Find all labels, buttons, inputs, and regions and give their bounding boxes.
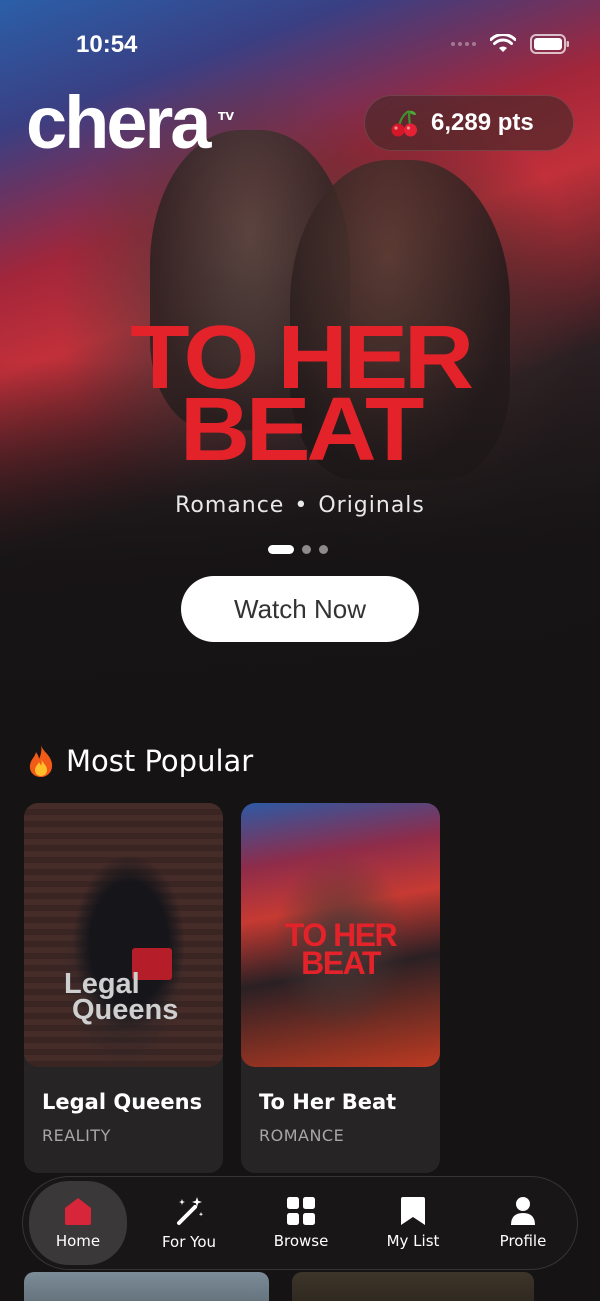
show-title: To Her Beat [259, 1090, 397, 1114]
tab-label: Home [55, 1232, 101, 1250]
magic-wand-icon [177, 1197, 204, 1225]
most-popular-header: Most Popular [26, 744, 253, 778]
bottom-tab-bar: Home For You Browse My List Profile [22, 1176, 578, 1270]
wifi-icon [490, 34, 516, 52]
status-icons [451, 34, 570, 54]
hero-tags: Romance • Originals [175, 493, 425, 518]
battery-icon [530, 34, 569, 54]
app-logo-tv: TV [218, 110, 235, 123]
tab-label: Profile [499, 1232, 547, 1250]
show-genre: REALITY [42, 1126, 111, 1145]
tab-for-you[interactable]: For You [139, 1183, 239, 1263]
section-title: Most Popular [66, 744, 254, 778]
fire-icon [29, 745, 53, 777]
person-icon [511, 1197, 535, 1225]
watch-now-button[interactable]: Watch Now [181, 576, 419, 642]
show-card-legal-queens[interactable]: Legal Queens Legal Queens REALITY [24, 803, 223, 1173]
poster-image: Legal Queens [24, 803, 223, 1067]
poster-title: TO HER BEAT [284, 917, 398, 981]
home-icon [65, 1198, 91, 1225]
app-logo: chera [26, 81, 211, 164]
show-title: Legal Queens [42, 1090, 203, 1114]
status-time: 10:54 [76, 31, 138, 58]
bookmark-icon [401, 1197, 425, 1225]
points-badge[interactable]: 6,289 pts [364, 95, 574, 151]
tab-label: My List [386, 1232, 440, 1250]
carousel-dot[interactable] [302, 545, 311, 554]
carousel-indicator[interactable] [268, 545, 328, 554]
poster-title: Legal Queens [64, 968, 179, 1026]
tab-profile[interactable]: Profile [473, 1183, 573, 1263]
points-label: 6,289 pts [431, 109, 534, 136]
poster-image: TO HER BEAT [241, 803, 440, 1067]
hero-genre: Romance [175, 493, 285, 518]
hero-title: TO HER BEAT [130, 308, 474, 480]
grid-icon [287, 1197, 315, 1225]
next-row-card[interactable] [24, 1272, 269, 1301]
cherry-icon [391, 110, 417, 137]
carousel-dot-active[interactable] [268, 545, 294, 554]
carousel-dot[interactable] [319, 545, 328, 554]
hero-category: Originals [318, 493, 425, 518]
show-genre: ROMANCE [259, 1126, 345, 1145]
cellular-signal-icon [451, 42, 476, 46]
tab-my-list[interactable]: My List [363, 1183, 463, 1263]
tab-home[interactable]: Home [29, 1181, 127, 1265]
tab-browse[interactable]: Browse [251, 1183, 351, 1263]
next-row-card[interactable] [292, 1272, 534, 1301]
tab-label: Browse [273, 1232, 329, 1250]
show-card-to-her-beat[interactable]: TO HER BEAT To Her Beat ROMANCE [241, 803, 440, 1173]
tab-label: For You [161, 1233, 217, 1251]
